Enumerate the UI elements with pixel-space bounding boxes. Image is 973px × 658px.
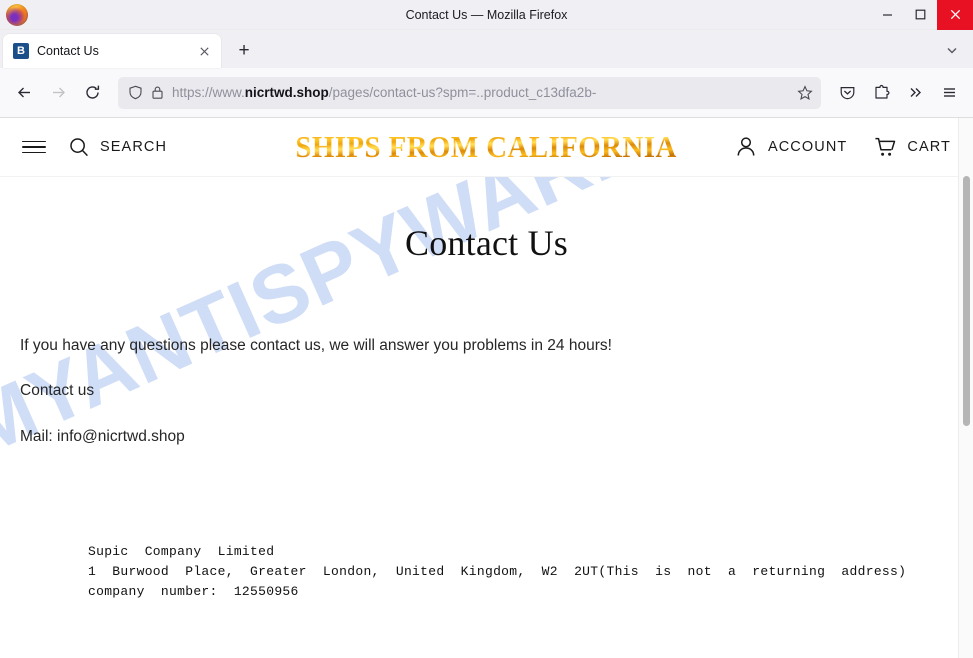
lock-icon: [151, 85, 164, 100]
account-button[interactable]: ACCOUNT: [734, 135, 847, 159]
site-menu-icon[interactable]: [22, 140, 46, 154]
url-host: nicrtwd.shop: [244, 84, 329, 100]
minimize-button[interactable]: [871, 0, 904, 30]
window-titlebar: Contact Us — Mozilla Firefox: [0, 0, 973, 30]
page-scrollbar-thumb[interactable]: [963, 176, 970, 426]
site-header: SEARCH SHIPS FROM CALIFORNIA ACCOUNT CAR…: [0, 118, 973, 177]
shopping-cart-icon: [873, 135, 897, 159]
address-bar[interactable]: https://www.nicrtwd.shop/pages/contact-u…: [118, 76, 821, 109]
page-viewport: SEARCH SHIPS FROM CALIFORNIA ACCOUNT CAR…: [0, 118, 973, 658]
url-scheme: https://www.: [172, 84, 245, 100]
browser-tab[interactable]: B Contact Us: [3, 34, 221, 68]
navigation-toolbar: https://www.nicrtwd.shop/pages/contact-u…: [0, 68, 973, 118]
page-content: Contact Us If you have any questions ple…: [0, 222, 973, 602]
cart-button[interactable]: CART: [873, 135, 951, 159]
extensions-button[interactable]: [865, 77, 897, 109]
site-logo-text: SHIPS FROM CALIFORNIA: [295, 129, 678, 164]
bookmark-star-icon[interactable]: [797, 84, 813, 101]
back-button[interactable]: [8, 77, 40, 109]
close-tab-button[interactable]: [195, 42, 213, 60]
url-text[interactable]: https://www.nicrtwd.shop/pages/contact-u…: [172, 77, 789, 109]
forward-button[interactable]: [42, 77, 74, 109]
firefox-logo-icon: [6, 3, 28, 26]
search-label: SEARCH: [100, 139, 168, 155]
shield-icon: [128, 85, 143, 100]
page-title: Contact Us: [405, 223, 568, 263]
list-all-tabs-button[interactable]: [937, 36, 967, 64]
close-window-button[interactable]: [937, 0, 973, 30]
user-icon: [734, 135, 758, 159]
app-menu-button[interactable]: [933, 77, 965, 109]
tab-title: Contact Us: [37, 44, 99, 58]
mail-line: Mail: info@nicrtwd.shop: [20, 427, 185, 445]
toolbar-right-group: [831, 77, 965, 109]
account-label: ACCOUNT: [767, 139, 848, 155]
search-icon: [68, 136, 90, 158]
site-header-right: ACCOUNT CART: [734, 135, 951, 159]
maximize-button[interactable]: [904, 0, 937, 30]
site-header-left: SEARCH: [22, 136, 167, 158]
window-controls: [871, 0, 973, 30]
search-button[interactable]: SEARCH: [68, 136, 167, 158]
cart-label: CART: [907, 139, 951, 155]
tab-strip: B Contact Us +: [0, 30, 973, 68]
contact-line: Contact us: [20, 382, 95, 400]
window-title: Contact Us — Mozilla Firefox: [405, 7, 568, 22]
overflow-button[interactable]: [899, 77, 931, 109]
intro-paragraph: If you have any questions please contact…: [20, 337, 612, 354]
tab-favicon-icon: B: [13, 43, 29, 59]
page-scrollbar[interactable]: [958, 118, 973, 658]
url-path: /pages/contact-us?spm=..product_c13dfa2b…: [328, 84, 597, 100]
pocket-button[interactable]: [831, 77, 863, 109]
new-tab-button[interactable]: +: [229, 36, 259, 66]
company-address-block: Supic Company Limited 1 Burwood Place, G…: [88, 544, 907, 600]
reload-button[interactable]: [76, 77, 108, 109]
